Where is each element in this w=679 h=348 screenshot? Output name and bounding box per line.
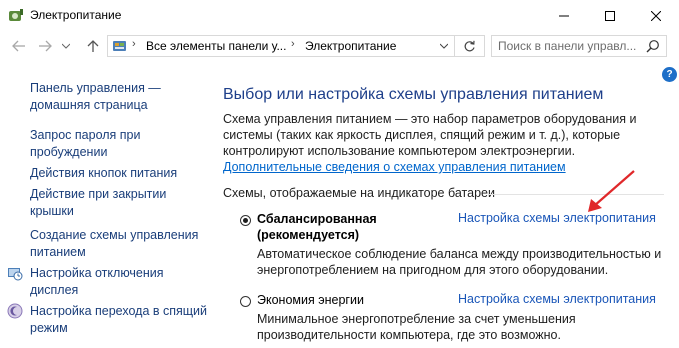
control-panel-icon	[113, 41, 126, 51]
sidebar-item-sleep[interactable]: Настройка перехода в спящий режим	[30, 303, 210, 337]
help-button[interactable]: ?	[662, 67, 677, 82]
breadcrumb-separator-icon: ›	[291, 38, 295, 50]
arrow-up-icon	[87, 40, 99, 52]
title-bar: Электропитание	[0, 0, 679, 31]
search-box[interactable]	[491, 35, 667, 57]
close-icon	[651, 10, 661, 21]
forward-button[interactable]	[36, 37, 54, 55]
plan-power-saver-name[interactable]: Экономия энергии	[257, 292, 364, 308]
arrow-left-icon	[12, 40, 25, 52]
chevron-down-icon	[62, 43, 70, 49]
sidebar-item-display-off[interactable]: Настройка отключения дисплея	[30, 265, 210, 299]
breadcrumb-power-options[interactable]: Электропитание	[305, 39, 396, 53]
page-description: Схема управления питанием — это набор па…	[223, 111, 653, 175]
plan-power-saver-description: Минимальное энергопотребление за счет ум…	[257, 312, 576, 342]
sidebar-item-create-plan[interactable]: Создание схемы управления питанием	[30, 227, 210, 261]
sidebar-item-lid-close[interactable]: Действие при закрытии крышки	[30, 186, 210, 220]
sidebar-item-power-buttons[interactable]: Действия кнопок питания	[30, 165, 210, 182]
arrow-right-icon	[39, 40, 52, 52]
up-button[interactable]	[84, 37, 102, 55]
plan-power-saver-settings-link[interactable]: Настройка схемы электропитания	[458, 292, 656, 306]
breadcrumb-all-items[interactable]: Все элементы панели у...	[146, 39, 286, 53]
more-info-link[interactable]: Дополнительные сведения о схемах управле…	[223, 160, 566, 174]
address-box[interactable]: › Все элементы панели у... › Электропита…	[107, 35, 455, 57]
sidebar-item-require-password[interactable]: Запрос пароля при пробуждении	[30, 127, 210, 161]
window-title: Электропитание	[30, 8, 122, 22]
refresh-button[interactable]	[455, 35, 485, 57]
plan-balanced-name[interactable]: Сбалансированная (рекомендуется)	[257, 211, 407, 243]
chevron-down-icon	[439, 43, 449, 49]
close-button[interactable]	[633, 0, 679, 31]
power-options-icon	[9, 9, 23, 21]
back-button[interactable]	[10, 37, 28, 55]
sidebar-item-control-panel-home[interactable]: Панель управления — домашняя страница	[30, 80, 210, 114]
page-title: Выбор или настройка схемы управления пит…	[223, 86, 604, 103]
plan-power-saver-radio[interactable]	[240, 296, 251, 307]
annotation-arrow-icon	[588, 170, 635, 212]
maximize-button[interactable]	[587, 0, 633, 31]
minimize-button[interactable]	[541, 0, 587, 31]
display-clock-icon	[8, 268, 23, 281]
plan-balanced-description: Автоматическое соблюдение баланса между …	[257, 247, 662, 277]
search-input[interactable]	[498, 38, 638, 54]
sleep-moon-icon	[7, 303, 23, 319]
plan-balanced-radio[interactable]	[240, 215, 251, 226]
breadcrumb-separator-icon: ›	[132, 38, 136, 50]
maximize-icon	[605, 10, 615, 21]
recent-locations-button[interactable]	[60, 37, 72, 55]
search-icon	[646, 40, 659, 53]
refresh-icon	[464, 40, 475, 51]
section-header: Схемы, отображаемые на индикаторе батаре…	[223, 186, 495, 200]
help-icon: ?	[666, 69, 673, 80]
minimize-icon	[559, 15, 569, 16]
address-dropdown-button[interactable]	[439, 40, 449, 54]
description-text: Схема управления питанием — это набор па…	[223, 112, 637, 158]
